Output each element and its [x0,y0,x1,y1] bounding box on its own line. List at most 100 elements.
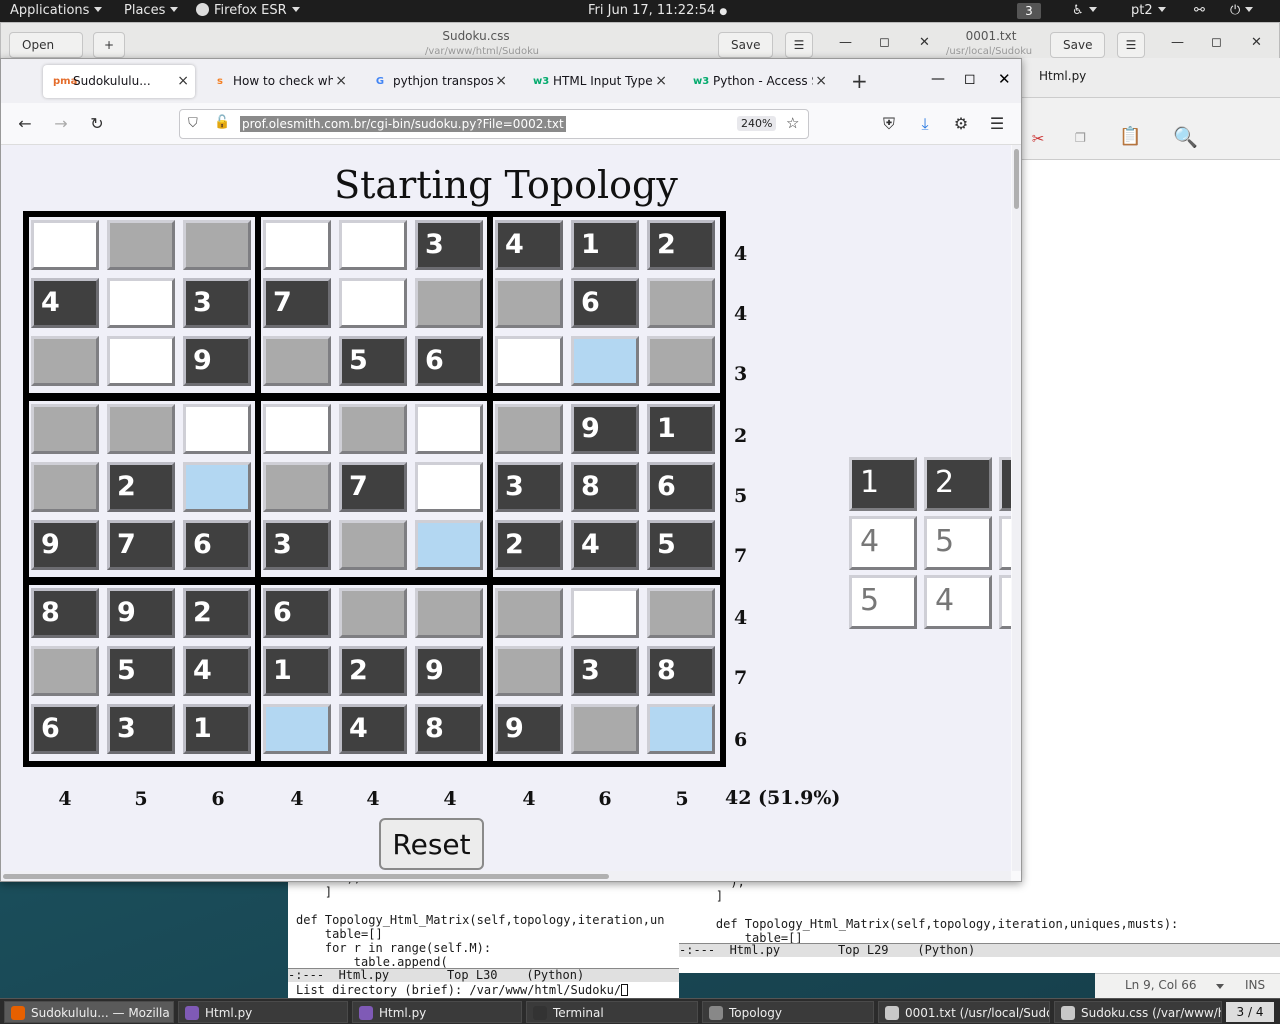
close-tab-icon[interactable]: × [335,65,347,98]
candidate-cell[interactable]: 2 [924,457,992,511]
sudoku-cell[interactable] [495,404,563,454]
zoom-level-button[interactable]: 240% [737,116,777,131]
sudoku-cell[interactable] [495,646,563,696]
sudoku-cell[interactable]: 4 [571,520,639,570]
sudoku-cell[interactable] [107,336,175,386]
sudoku-cell[interactable]: 9 [183,336,251,386]
sudoku-cell[interactable] [647,336,715,386]
sudoku-cell[interactable] [339,404,407,454]
pocket-icon[interactable]: ⛨ [879,114,899,134]
url-bar[interactable]: ⛉ 🔓 prof.olesmith.com.br/cgi-bin/sudoku.… [179,109,809,139]
sudoku-cell[interactable]: 4 [183,646,251,696]
sudoku-cell[interactable] [339,278,407,328]
sudoku-cell[interactable]: 2 [495,520,563,570]
applications-menu[interactable]: Applications [10,3,103,18]
sudoku-cell[interactable]: 7 [107,520,175,570]
hamburger-menu-icon[interactable]: ☰ [785,32,813,58]
sudoku-cell[interactable] [31,220,99,270]
maximize-icon[interactable]: ◻ [879,35,890,50]
emacs-tab-title[interactable]: Html.py [1039,69,1086,83]
forward-arrow-icon[interactable]: → [51,114,71,133]
sudoku-cell[interactable] [647,704,715,754]
sudoku-cell[interactable]: 4 [31,278,99,328]
close-tab-icon[interactable]: × [495,65,507,98]
taskbar-item[interactable]: Html.py [178,1001,348,1023]
insecure-lock-icon[interactable]: 🔓 [214,115,230,130]
sudoku-cell[interactable]: 9 [495,704,563,754]
sudoku-cell[interactable]: 6 [571,278,639,328]
paste-icon[interactable]: 📋 [1119,126,1141,147]
taskbar-item[interactable]: Sudoku.css (/var/www/h... [1054,1001,1222,1023]
sudoku-cell[interactable]: 5 [647,520,715,570]
sudoku-cell[interactable]: 6 [183,520,251,570]
workspace-indicator[interactable]: 3 [1017,3,1041,19]
sudoku-cell[interactable]: 1 [263,646,331,696]
hamburger-menu-icon-2[interactable]: ☰ [1117,32,1145,58]
url-text[interactable]: prof.olesmith.com.br/cgi-bin/sudoku.py?F… [240,116,566,132]
candidate-cell[interactable]: 5 [849,575,917,629]
workspace-switcher[interactable]: 3 / 4 [1226,1002,1274,1022]
sudoku-cell[interactable] [263,336,331,386]
sudoku-cell[interactable]: 6 [263,588,331,638]
sudoku-cell[interactable]: 9 [31,520,99,570]
tab-3[interactable]: Gpythjon transpose -× [363,65,513,98]
sudoku-cell[interactable] [415,404,483,454]
search-icon[interactable]: 🔍 [1173,125,1198,149]
sudoku-cell[interactable] [31,646,99,696]
maximize-icon-2[interactable]: ◻ [1211,35,1222,50]
sudoku-cell[interactable]: 9 [415,646,483,696]
clock[interactable]: Fri Jun 17, 11:22:54 ● [588,3,727,18]
sudoku-cell[interactable] [571,336,639,386]
sudoku-cell[interactable] [339,520,407,570]
sudoku-cell[interactable]: 3 [495,462,563,512]
sudoku-cell[interactable]: 1 [571,220,639,270]
close-tab-icon[interactable]: × [815,65,827,98]
sudoku-cell[interactable]: 6 [31,704,99,754]
reload-icon[interactable]: ↻ [87,114,107,133]
sudoku-cell[interactable]: 8 [31,588,99,638]
sudoku-cell[interactable]: 1 [183,704,251,754]
sudoku-cell[interactable]: 3 [263,520,331,570]
sudoku-cell[interactable]: 3 [183,278,251,328]
shield-icon[interactable]: ⛉ [188,116,198,131]
taskbar-item[interactable]: 0001.txt (/usr/local/Sudo... [878,1001,1050,1023]
scrollbar-thumb[interactable] [3,874,609,879]
candidate-cell[interactable]: 1 [849,457,917,511]
bookmark-star-icon[interactable]: ☆ [786,114,799,132]
sudoku-cell[interactable]: 2 [339,646,407,696]
new-tab-button[interactable]: + [851,69,868,93]
cut-icon[interactable]: ✂ [1032,126,1044,150]
sudoku-cell[interactable] [31,404,99,454]
app-menu[interactable]: Firefox ESR [196,3,300,18]
sudoku-cell[interactable]: 2 [183,588,251,638]
sudoku-cell[interactable] [263,462,331,512]
sudoku-cell[interactable] [263,404,331,454]
candidate-cell[interactable]: 4 [849,516,917,570]
close-tab-icon[interactable]: × [177,65,189,98]
network-icon[interactable]: ⚯ [1194,3,1205,18]
sudoku-cell[interactable] [415,588,483,638]
scrollbar-thumb[interactable] [1014,149,1019,209]
sudoku-cell[interactable] [31,462,99,512]
sudoku-cell[interactable]: 3 [415,220,483,270]
sudoku-cell[interactable]: 9 [571,404,639,454]
sudoku-cell[interactable] [415,278,483,328]
sudoku-cell[interactable] [183,220,251,270]
downloads-icon[interactable]: ⤓ [915,114,935,134]
sudoku-cell[interactable]: 9 [107,588,175,638]
sudoku-cell[interactable]: 1 [647,404,715,454]
candidate-cell[interactable]: 5 [924,516,992,570]
sudoku-cell[interactable] [183,462,251,512]
power-menu[interactable]: ⏻ [1230,3,1254,18]
cursor-position[interactable]: Ln 9, Col 66 [1125,978,1197,992]
sudoku-cell[interactable]: 8 [647,646,715,696]
user-menu[interactable]: pt2 [1131,3,1166,18]
minimize-icon-2[interactable]: — [1171,35,1184,50]
copy-icon[interactable]: ❐ [1075,126,1086,147]
sudoku-cell[interactable] [495,336,563,386]
reset-button[interactable]: Reset [379,818,484,870]
sudoku-cell[interactable] [571,704,639,754]
vertical-scrollbar[interactable] [1012,145,1021,871]
tab-2[interactable]: s How to check whetl× [203,65,353,98]
close-icon-2[interactable]: ✕ [1251,35,1262,50]
